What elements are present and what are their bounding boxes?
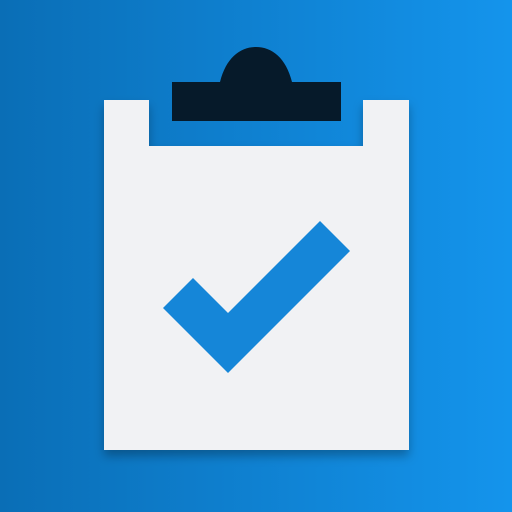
app-icon xyxy=(0,0,512,512)
clipboard-paper xyxy=(104,100,409,450)
clipboard-check-icon xyxy=(0,0,512,512)
